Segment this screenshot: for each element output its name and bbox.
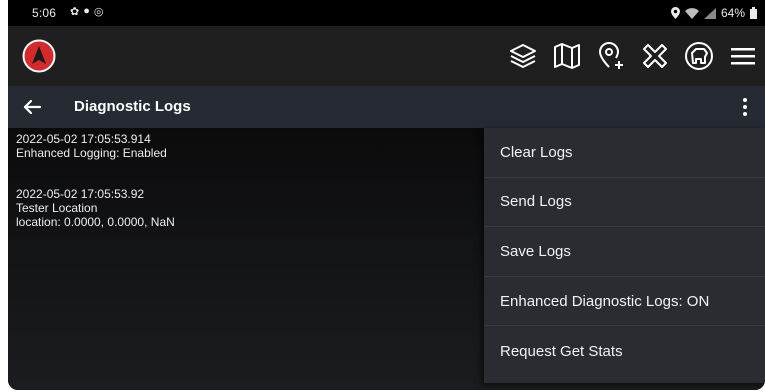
page-title: Diagnostic Logs xyxy=(74,98,191,115)
gear-icon: ✿ xyxy=(70,6,80,18)
menu-item-clear-logs[interactable]: Clear Logs xyxy=(484,128,765,178)
tools-button[interactable] xyxy=(633,34,677,78)
at-icon: ◎ xyxy=(93,6,104,18)
overflow-menu: Clear Logs Send Logs Save Logs Enhanced … xyxy=(484,128,765,383)
log-text: Enhanced Logging: Enabled xyxy=(16,146,167,160)
menu-item-request-get-stats[interactable]: Request Get Stats xyxy=(484,326,765,376)
status-right-group: 64% xyxy=(670,6,757,20)
log-timestamp: 2022-05-02 17:05:53.914 xyxy=(16,132,151,146)
dog-button[interactable] xyxy=(677,34,721,78)
menu-item-save-logs[interactable]: Save Logs xyxy=(484,227,765,277)
app-toolbar xyxy=(8,26,765,86)
menu-button[interactable] xyxy=(721,34,765,78)
back-arrow-icon[interactable] xyxy=(20,95,44,119)
layers-icon xyxy=(510,44,536,68)
status-notification-icons: ✿ ● ◎ xyxy=(70,5,103,18)
log-text: Tester Location xyxy=(16,201,98,215)
device-screen: 5:06 ✿ ● ◎ 64% Diagnostic Logs 2022-05-0… xyxy=(8,0,765,390)
add-location-button[interactable] xyxy=(589,34,633,78)
signal-icon xyxy=(703,7,716,19)
dog-icon xyxy=(685,42,713,70)
add-location-icon xyxy=(598,42,623,69)
log-text: location: 0.0000, 0.0000, NaN xyxy=(16,215,175,229)
log-timestamp: 2022-05-02 17:05:53.92 xyxy=(16,187,145,201)
layers-button[interactable] xyxy=(501,34,545,78)
toolbar-icon-group xyxy=(501,34,765,78)
tools-icon xyxy=(643,44,667,68)
map-button[interactable] xyxy=(545,34,589,78)
map-icon xyxy=(554,43,580,69)
log-entry: 2022-05-02 17:05:53.92 Tester Location l… xyxy=(16,187,175,229)
wifi-icon xyxy=(684,7,699,19)
title-bar: Diagnostic Logs xyxy=(8,86,765,128)
log-list: 2022-05-02 17:05:53.914 Enhanced Logging… xyxy=(16,132,175,256)
log-entry: 2022-05-02 17:05:53.914 Enhanced Logging… xyxy=(16,132,175,160)
menu-item-enhanced-diagnostic-logs[interactable]: Enhanced Diagnostic Logs: ON xyxy=(484,277,765,327)
compass-icon[interactable] xyxy=(22,39,56,73)
battery-text: 64% xyxy=(720,6,745,20)
dog-notification-icon: ● xyxy=(83,5,90,17)
status-bar: 5:06 ✿ ● ◎ 64% xyxy=(8,0,765,26)
menu-icon xyxy=(731,48,755,65)
battery-icon xyxy=(750,7,757,19)
status-time: 5:06 xyxy=(32,6,57,20)
menu-item-send-logs[interactable]: Send Logs xyxy=(484,178,765,228)
more-vert-icon[interactable] xyxy=(739,95,751,119)
location-pin-icon xyxy=(670,7,680,19)
